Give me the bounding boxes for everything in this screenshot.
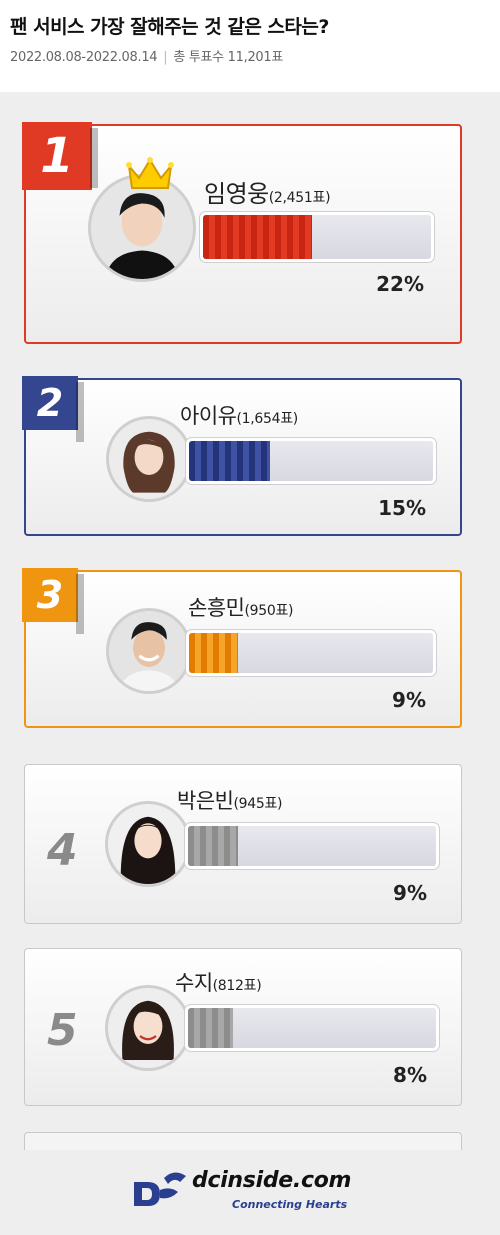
person-photo-icon	[108, 988, 188, 1068]
brand-name: dcinside.com	[192, 1168, 352, 1193]
person-photo-icon	[109, 611, 189, 691]
rank-card-2[interactable]: 2 아이유(1,654표) 15%	[22, 376, 462, 536]
poll-title: 팬 서비스 가장 잘해주는 것 같은 스타는?	[10, 16, 329, 38]
vote-percent: 22%	[376, 272, 424, 296]
vote-count: (1,654표)	[236, 411, 298, 427]
vote-progress-bar	[185, 1005, 439, 1051]
candidate-name-text: 손흥민	[188, 596, 245, 620]
person-photo-icon	[109, 419, 189, 499]
rank-number-4: 4	[47, 825, 78, 876]
avatar	[88, 174, 196, 282]
poll-meta: 2022.08.08-2022.08.14 | 총 투표수 11,201표	[10, 46, 283, 65]
vote-progress-bar	[200, 212, 434, 262]
vote-progress-bar	[186, 630, 436, 676]
crown-icon	[126, 156, 174, 190]
vote-percent: 9%	[392, 688, 426, 712]
bar-fill	[203, 215, 313, 259]
candidate-name: 아이유(1,654표)	[180, 400, 298, 430]
candidate-name: 수지(812표)	[175, 967, 262, 997]
rank-number-5: 5	[47, 1005, 78, 1056]
candidate-name: 박은빈(945표)	[177, 785, 283, 815]
vote-percent: 8%	[393, 1063, 427, 1087]
candidate-name-text: 수지	[175, 971, 213, 995]
person-photo-icon	[91, 177, 193, 279]
person-photo-icon	[108, 804, 188, 884]
rank-badge-2: 2	[22, 376, 84, 442]
avatar	[105, 985, 191, 1071]
rank-card-3[interactable]: 3 손흥민(950표) 9%	[22, 568, 462, 728]
candidate-name: 임영웅(2,451표)	[204, 174, 331, 209]
vote-progress-bar	[186, 438, 436, 484]
vote-count: (2,451표)	[268, 190, 331, 206]
rank-badge-1: 1	[22, 122, 98, 190]
vote-count: (950표)	[244, 603, 294, 619]
poll-header: 팬 서비스 가장 잘해주는 것 같은 스타는? 2022.08.08-2022.…	[0, 0, 500, 92]
brand-tagline: Connecting Hearts	[232, 1198, 348, 1211]
rank-card-4[interactable]: 4 박은빈(945표) 9%	[24, 764, 462, 924]
bar-fill	[188, 1008, 233, 1048]
avatar	[106, 608, 192, 694]
vote-percent: 15%	[378, 496, 426, 520]
vote-count: (945표)	[233, 796, 283, 812]
meta-separator: |	[163, 50, 168, 65]
candidate-name-text: 박은빈	[177, 789, 234, 813]
bar-fill	[188, 826, 238, 866]
dcinside-logo[interactable]: dcinside.com Connecting Hearts	[130, 1164, 390, 1214]
rank-card-5[interactable]: 5 수지(812표) 8%	[24, 948, 462, 1106]
poll-period: 2022.08.08-2022.08.14	[10, 50, 158, 65]
vote-percent: 9%	[393, 881, 427, 905]
vote-progress-bar	[185, 823, 439, 869]
candidate-name-text: 임영웅	[204, 180, 269, 208]
candidate-name-text: 아이유	[180, 404, 237, 428]
candidate-name: 손흥민(950표)	[188, 592, 294, 622]
bar-fill	[189, 441, 270, 481]
vote-count: (812표)	[212, 978, 262, 994]
footer: dcinside.com Connecting Hearts	[0, 1150, 500, 1235]
rank-card-1[interactable]: 1 임영웅(2,451표) 22%	[22, 122, 462, 344]
rank-badge-3: 3	[22, 568, 84, 634]
poll-total-votes: 총 투표수 11,201표	[173, 50, 284, 65]
bar-fill	[189, 633, 238, 673]
